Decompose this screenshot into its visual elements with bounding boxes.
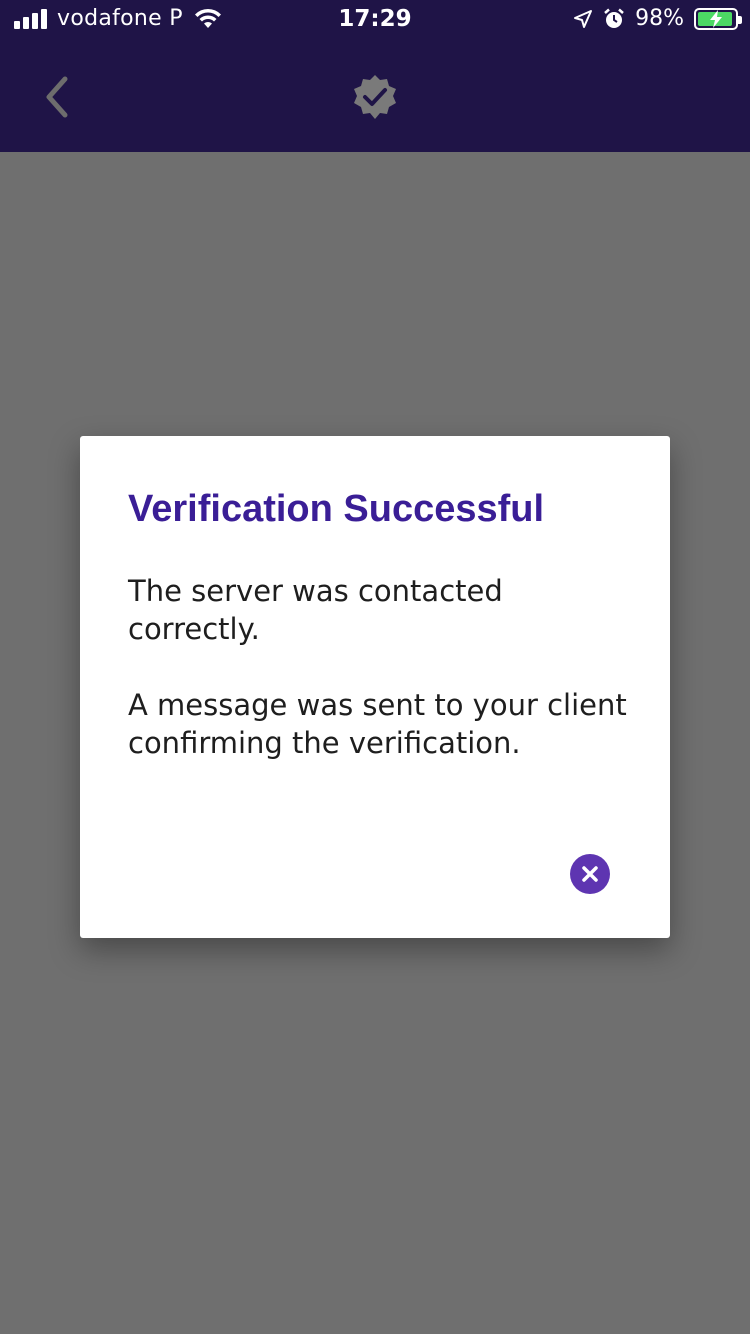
status-right: 98% [573, 6, 742, 31]
app-header: vodafone P 17:29 98% [0, 0, 750, 152]
battery-percent: 98% [635, 6, 684, 31]
verification-dialog: Verification Successful The server was c… [80, 436, 670, 938]
back-button[interactable] [36, 72, 76, 122]
battery-charging-icon [694, 7, 742, 30]
close-button[interactable] [570, 854, 610, 894]
dialog-message: The server was contacted correctly. A me… [128, 572, 628, 800]
close-circle-icon [582, 866, 598, 882]
message-server-contacted: The server was contacted correctly. [128, 574, 503, 646]
alarm-icon [604, 8, 624, 28]
message-client-notified: A message was sent to your client confir… [128, 688, 627, 760]
screen: vodafone P 17:29 98% Verification Succes… [0, 0, 750, 1334]
location-arrow-icon [574, 9, 593, 28]
verified-badge-icon [354, 75, 396, 119]
dialog-title: Verification Successful [128, 488, 545, 530]
status-bar: vodafone P 17:29 98% [0, 0, 750, 40]
chevron-left-icon [46, 76, 68, 118]
